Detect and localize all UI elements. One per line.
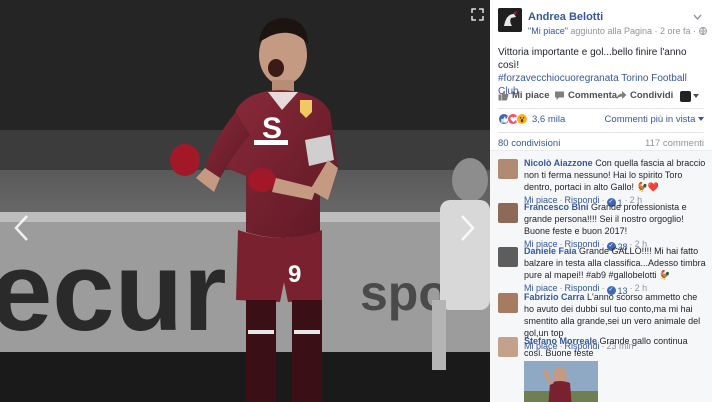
photo-viewer: ecur spor S 9 bbox=[0, 0, 490, 402]
comment-order-label: Commenti più in vista bbox=[604, 114, 696, 125]
fullscreen-button[interactable] bbox=[471, 8, 484, 21]
share-button[interactable]: Condividi bbox=[616, 90, 673, 101]
next-photo-button[interactable] bbox=[457, 213, 477, 243]
commenter-avatar[interactable] bbox=[498, 247, 518, 267]
chevron-down-icon bbox=[693, 14, 702, 21]
post-options-button[interactable] bbox=[693, 12, 702, 22]
caret-down-icon bbox=[693, 94, 699, 98]
thumbs-up-icon bbox=[498, 90, 509, 101]
commenter-avatar[interactable] bbox=[498, 159, 518, 179]
post-header: Andrea Belotti "Mi piace" aggiunto alla … bbox=[498, 8, 708, 38]
comment-attached-photo[interactable] bbox=[524, 361, 598, 402]
share-label: Condividi bbox=[630, 90, 674, 101]
commenter-avatar[interactable] bbox=[498, 337, 518, 357]
comment-label: Commenta bbox=[568, 90, 618, 101]
commenter-name[interactable]: Nicolò Aiazzone bbox=[524, 158, 593, 168]
post-photo: ecur spor S 9 bbox=[0, 0, 490, 402]
caret-down-icon bbox=[698, 117, 704, 121]
commenter-avatar[interactable] bbox=[498, 293, 518, 313]
page-avatar-mini bbox=[680, 90, 691, 102]
previous-photo-button[interactable] bbox=[12, 213, 32, 243]
post-sidebar: Andrea Belotti "Mi piace" aggiunto alla … bbox=[490, 0, 712, 402]
post-timestamp: aggiunto alla Pagina · 2 ore fa · bbox=[567, 26, 699, 36]
jersey-number: 9 bbox=[288, 261, 301, 288]
chevron-right-icon bbox=[461, 215, 475, 241]
share-as-selector[interactable] bbox=[680, 89, 702, 103]
commenter-name[interactable]: Francesco Bini bbox=[524, 202, 589, 212]
commenter-name[interactable]: Fabrizio Carra bbox=[524, 292, 585, 302]
speech-bubble-icon bbox=[555, 91, 564, 100]
reactions-divider bbox=[498, 132, 704, 133]
comment-body: Stefano Morreale Grande gallo continua c… bbox=[524, 335, 708, 402]
commenter-name[interactable]: Stefano Morreale bbox=[524, 336, 597, 346]
reactions-summary[interactable]: 3,6 mila Commenti più in vista bbox=[498, 113, 708, 127]
shares-count[interactable]: 80 condivisioni bbox=[498, 138, 560, 149]
post-message: Vittoria importante e gol...bello finire… bbox=[498, 47, 687, 71]
globe-icon bbox=[698, 27, 707, 36]
actions-divider bbox=[498, 108, 704, 109]
wow-reaction-icon bbox=[516, 113, 528, 125]
author-logo bbox=[498, 8, 522, 32]
chevron-left-icon bbox=[14, 215, 28, 241]
like-button[interactable]: Mi piace bbox=[498, 90, 550, 101]
author-avatar[interactable] bbox=[498, 8, 522, 32]
comments-list: Nicolò Aiazzone Con quella fascia al bra… bbox=[490, 150, 712, 402]
comment-photo-thumbnail bbox=[524, 361, 598, 402]
post-subline: "Mi piace" aggiunto alla Pagina · 2 ore … bbox=[528, 26, 707, 36]
ad-board-text: ecur bbox=[0, 229, 227, 354]
reactions-count[interactable]: 3,6 mila bbox=[532, 114, 565, 125]
commenter-name[interactable]: Daniele Faia bbox=[524, 246, 577, 256]
page-like-link[interactable]: "Mi piace" bbox=[528, 26, 568, 36]
reaction-icons bbox=[498, 113, 528, 125]
share-arrow-icon bbox=[616, 91, 627, 100]
author-name[interactable]: Andrea Belotti bbox=[528, 11, 603, 23]
shares-row: 80 condivisioni 117 commenti bbox=[498, 138, 708, 150]
expand-icon bbox=[471, 8, 484, 21]
like-label: Mi piace bbox=[512, 90, 550, 101]
commenter-avatar[interactable] bbox=[498, 203, 518, 223]
comment-body: Daniele Faia Grande GALLO!!!! Mi hai fat… bbox=[524, 245, 708, 297]
comments-count: 117 commenti bbox=[645, 138, 704, 149]
post-actions: Mi piace Commenta Condividi bbox=[496, 88, 712, 106]
comment-order-selector[interactable]: Commenti più in vista bbox=[605, 114, 704, 125]
